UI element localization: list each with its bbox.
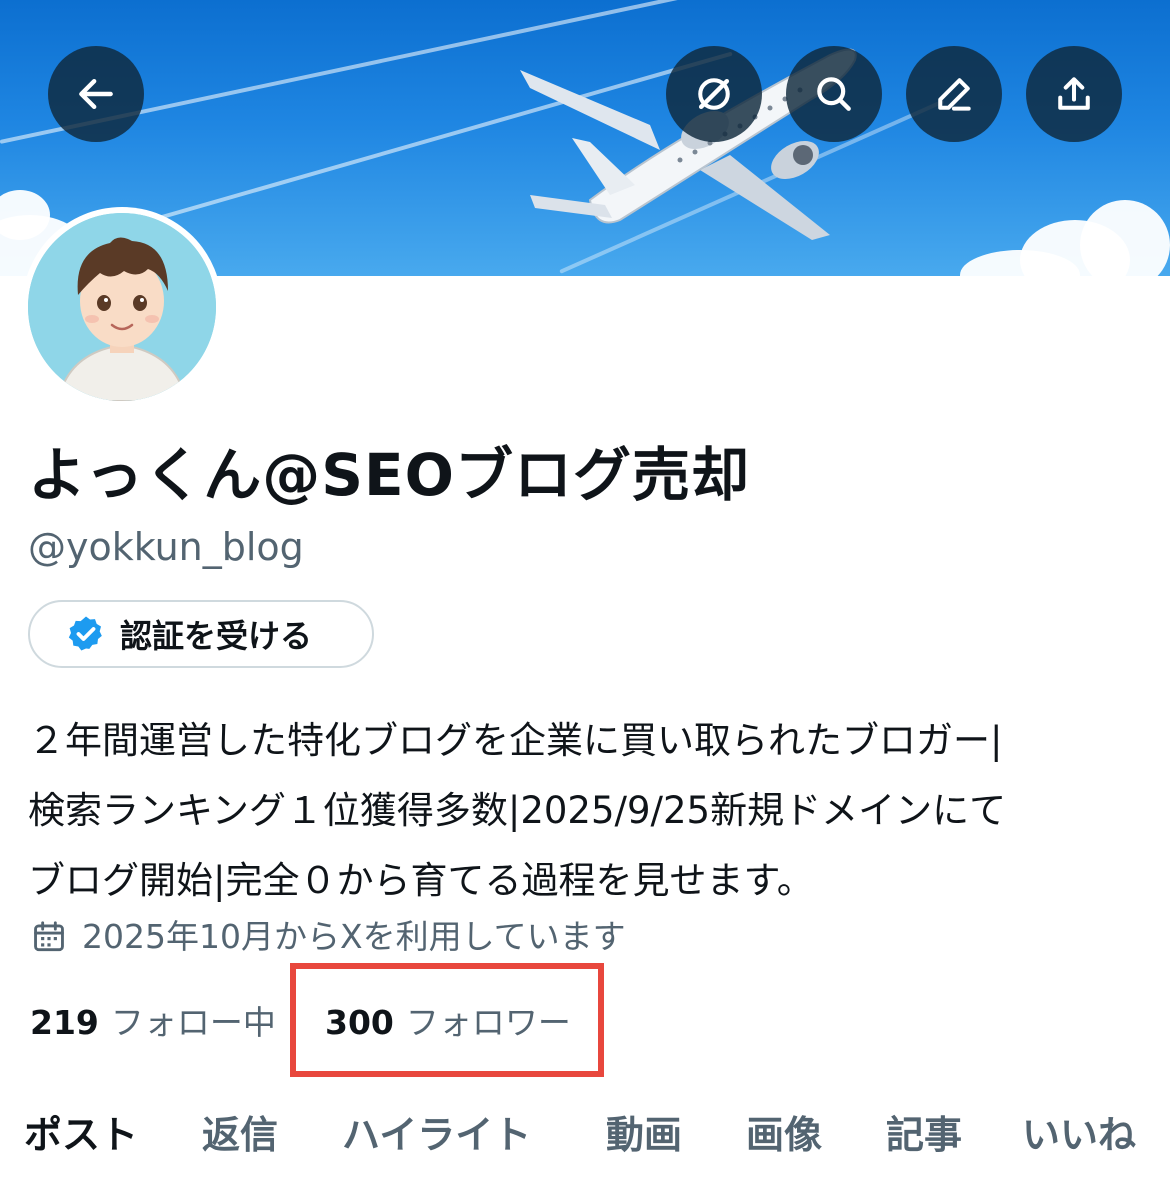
tab-articles[interactable]: 記事 xyxy=(886,1105,962,1165)
bio-line: ブログ開始|完全０から育てる過程を見せます。 xyxy=(28,859,814,902)
display-name: よっくん@SEOブログ売却 xyxy=(28,441,750,509)
edit-button[interactable] xyxy=(906,46,1002,142)
annotation-highlight-box xyxy=(290,963,604,1077)
tab-highlights[interactable]: ハイライト xyxy=(342,1105,531,1165)
grok-icon xyxy=(698,78,730,110)
bio-line: ２年間運営した特化ブログを企業に買い取られたブロガー| xyxy=(28,719,1003,762)
tab-posts[interactable]: ポスト xyxy=(24,1105,138,1165)
get-verified-label: 認証を受ける xyxy=(120,617,313,655)
profile-tabs: ポスト 返信 ハイライト 動画 画像 記事 いいね xyxy=(0,1105,1170,1175)
tab-videos[interactable]: 動画 xyxy=(606,1105,682,1165)
calendar-icon xyxy=(34,921,64,952)
handle: @yokkun_blog xyxy=(28,525,304,569)
following-label: フォロー中 xyxy=(110,1003,276,1042)
joined-date: 2025年10月からXを利用しています xyxy=(30,912,626,962)
following-count: 219 xyxy=(30,1003,99,1042)
edit-icon xyxy=(938,78,971,111)
avatar-image xyxy=(28,213,216,401)
tab-images[interactable]: 画像 xyxy=(746,1105,822,1165)
search-icon xyxy=(817,77,851,111)
avatar[interactable] xyxy=(22,207,222,407)
arrow-left-icon xyxy=(79,78,113,110)
joined-text: 2025年10月からXを利用しています xyxy=(82,917,626,956)
verified-badge-icon xyxy=(68,616,102,651)
bio-line: 検索ランキング１位獲得多数|2025/9/25新規ドメインにて xyxy=(28,789,1007,832)
tab-replies[interactable]: 返信 xyxy=(202,1105,278,1165)
search-button[interactable] xyxy=(786,46,882,142)
share-icon xyxy=(1058,77,1090,110)
grok-button[interactable] xyxy=(666,46,762,142)
share-button[interactable] xyxy=(1026,46,1122,142)
tab-likes[interactable]: いいね xyxy=(1022,1105,1136,1165)
get-verified-button[interactable]: 認証を受ける xyxy=(28,600,374,668)
back-button[interactable] xyxy=(48,46,144,142)
following-link[interactable]: 219 フォロー中 xyxy=(30,998,276,1048)
bio: ２年間運営した特化ブログを企業に買い取られたブロガー| 検索ランキング１位獲得多… xyxy=(28,706,1148,916)
cloud xyxy=(1080,200,1170,276)
